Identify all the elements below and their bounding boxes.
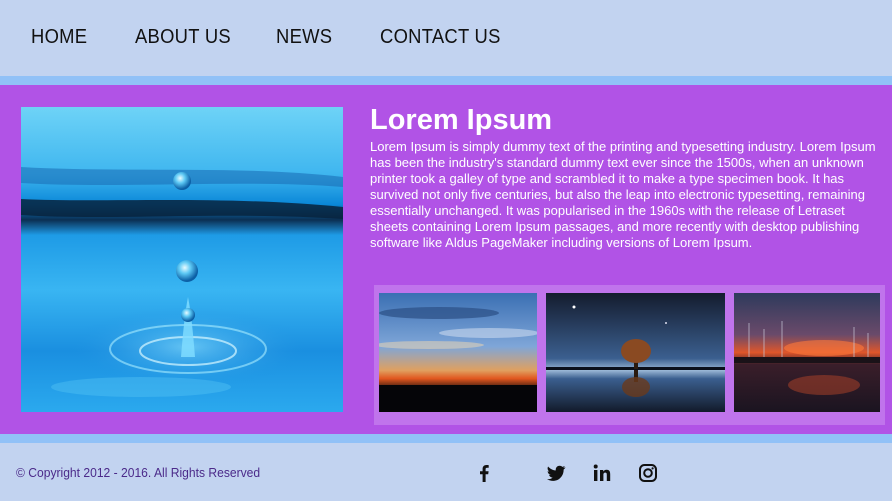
- linkedin-icon[interactable]: [591, 462, 613, 484]
- footer-divider: [0, 434, 892, 443]
- article-title: Lorem Ipsum: [370, 104, 553, 136]
- sunset-clouds-illustration: [379, 293, 537, 412]
- tree-reflection-night-image[interactable]: [546, 293, 725, 412]
- nav-home-link[interactable]: HOME: [31, 26, 87, 49]
- harbor-sunset-image[interactable]: [734, 293, 880, 412]
- water-drop-image: [21, 107, 343, 412]
- tree-reflection-illustration: [546, 293, 725, 412]
- facebook-icon[interactable]: [473, 462, 495, 484]
- footer: © Copyright 2012 - 2016. All Rights Rese…: [0, 443, 892, 501]
- header-divider: [0, 76, 892, 85]
- image-gallery: [374, 285, 885, 425]
- copyright-text: © Copyright 2012 - 2016. All Rights Rese…: [16, 465, 261, 480]
- main-content: Lorem Ipsum Lorem Ipsum is simply dummy …: [0, 85, 892, 434]
- article-paragraph: Lorem Ipsum is simply dummy text of the …: [370, 139, 876, 250]
- water-drop-illustration: [21, 167, 343, 397]
- instagram-icon[interactable]: [637, 462, 659, 484]
- nav-about-us-link[interactable]: ABOUT US: [135, 26, 231, 49]
- top-navigation: HOME ABOUT US NEWS CONTACT US: [0, 0, 892, 76]
- nav-contact-us-link[interactable]: CONTACT US: [380, 26, 501, 49]
- twitter-icon[interactable]: [545, 462, 567, 484]
- harbor-sunset-illustration: [734, 293, 880, 412]
- sunset-clouds-image[interactable]: [379, 293, 537, 412]
- nav-news-link[interactable]: NEWS: [276, 26, 332, 49]
